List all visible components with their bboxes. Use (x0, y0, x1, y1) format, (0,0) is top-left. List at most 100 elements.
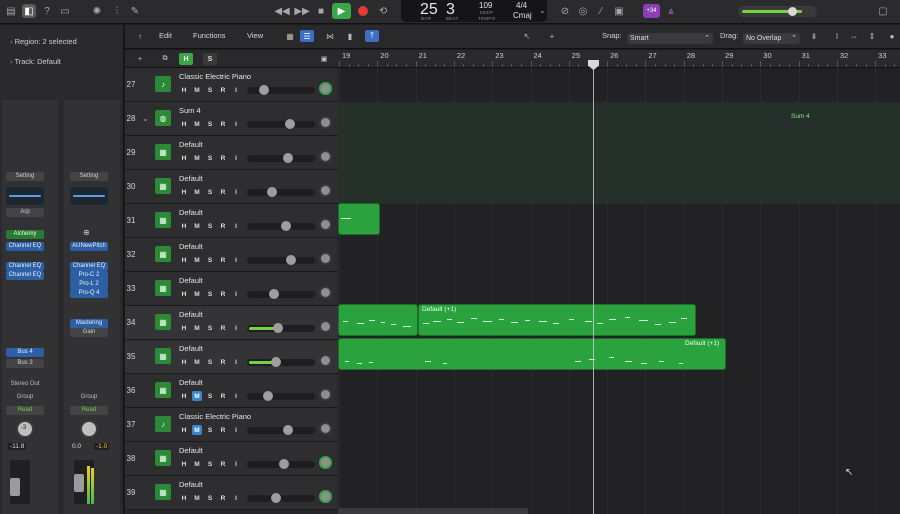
record-enable-button[interactable]: R (218, 391, 228, 401)
snap-dropdown[interactable]: Smart ⌃ (627, 33, 713, 44)
track-header[interactable]: 31 ▦ Default H M S R I (125, 204, 338, 238)
disclosure-chevron-icon[interactable]: ⌄ (142, 114, 149, 123)
track-name[interactable]: Default (179, 480, 203, 489)
track-row[interactable]: › Track: Default (10, 57, 61, 66)
input-monitor-button[interactable]: I (231, 323, 241, 333)
hide-button[interactable]: H (179, 357, 189, 367)
mute-button[interactable]: M (192, 187, 202, 197)
keyboard-icon[interactable]: ▦ (155, 280, 171, 296)
record-button[interactable] (358, 6, 368, 16)
track-header[interactable]: 39 ▦ Default H M S R I (125, 476, 338, 510)
zoom-slider-icon[interactable]: ⇕ (865, 30, 879, 42)
solo-button[interactable]: S (205, 425, 215, 435)
fx-slot-3[interactable]: Pro-L 2 (70, 280, 108, 289)
volume-slider[interactable] (247, 119, 315, 129)
hide-button[interactable]: H (179, 53, 193, 65)
fx-slot-2[interactable]: Pro-C 2 (70, 271, 108, 280)
track-header[interactable]: 35 ▦ Default H M S R I (125, 340, 338, 374)
solo-button[interactable]: S (205, 153, 215, 163)
solo-button[interactable]: S (205, 323, 215, 333)
forward-icon[interactable]: ▶▶ (294, 4, 309, 18)
mute-button[interactable]: M (192, 153, 202, 163)
solo-icon[interactable]: ⁄ (594, 4, 608, 18)
record-enable-button[interactable]: R (218, 187, 228, 197)
master-volume-slider[interactable] (738, 6, 817, 17)
input-monitor-button[interactable]: I (231, 187, 241, 197)
auto-zoom-icon[interactable]: ⤒ (365, 30, 379, 42)
badge-count[interactable]: +34 (643, 4, 660, 18)
input-monitor-button[interactable]: I (231, 153, 241, 163)
track-name[interactable]: Default (179, 242, 203, 251)
record-enable-button[interactable]: R (218, 323, 228, 333)
record-enable-button[interactable]: R (218, 153, 228, 163)
midi-region-34b[interactable]: Default (+1) (418, 304, 696, 336)
send-slot-2[interactable]: Bus 3 (6, 359, 44, 368)
automation-mode-2[interactable]: Read (70, 406, 108, 415)
hide-button[interactable]: H (179, 493, 189, 503)
track-header[interactable]: 30 ▦ Default H M S R I (125, 170, 338, 204)
lcd-chevron-icon[interactable]: ⌄ (539, 6, 546, 15)
keyboard-icon[interactable]: ▦ (155, 314, 171, 330)
list-view-icon[interactable]: ☰ (300, 30, 314, 42)
track-header[interactable]: 38 ▦ Default H M S R I (125, 442, 338, 476)
editors-icon[interactable]: ✎ (128, 4, 142, 18)
duplicate-track-icon[interactable]: ⧉ (158, 53, 172, 65)
zoom-knob-icon[interactable]: ● (885, 30, 899, 42)
eq-thumbnail-2[interactable] (70, 187, 108, 205)
rewind-icon[interactable]: ◀◀ (274, 4, 289, 18)
solo-button[interactable]: S (205, 119, 215, 129)
track-header[interactable]: 36 ▦ Default H M S R I (125, 374, 338, 408)
input-monitor-button[interactable]: I (231, 357, 241, 367)
eq-thumbnail[interactable] (6, 187, 44, 205)
track-header[interactable]: 28 ⌄ ◍ Sum 4 HMSRI (125, 102, 338, 136)
volume-slider[interactable] (247, 425, 315, 435)
library-icon[interactable]: ▤ (4, 4, 18, 18)
track-name[interactable]: Default (179, 208, 203, 217)
catch-icon[interactable]: ▮ (343, 30, 357, 42)
arrange-area[interactable]: Sum 4 Default (+1) Default (+1) (338, 68, 900, 514)
volume-slider[interactable] (247, 255, 315, 265)
pan-knob[interactable] (319, 184, 332, 197)
track-header[interactable]: 32 ▦ Default H M S R I (125, 238, 338, 272)
track-header[interactable]: 37 ♪ Classic Electric Piano H M S R I (125, 408, 338, 442)
mute-button[interactable]: M (192, 119, 202, 129)
pan-knob[interactable] (319, 354, 332, 367)
midi-region-35[interactable]: Default (+1) (338, 338, 726, 370)
track-name[interactable]: Default (179, 174, 203, 183)
input-monitor-button[interactable]: I (231, 493, 241, 503)
inspector-icon[interactable]: ◧ (22, 4, 36, 18)
solo-button[interactable]: S (205, 459, 215, 469)
mute-button[interactable]: M (192, 289, 202, 299)
mute-button[interactable]: M (192, 493, 202, 503)
midi-region-34a[interactable] (338, 304, 418, 336)
volume-fader-2[interactable] (74, 474, 84, 492)
record-enable-button[interactable]: R (218, 357, 228, 367)
track-header[interactable]: 33 ▦ Default H M S R I (125, 272, 338, 306)
pan-knob[interactable] (319, 286, 332, 299)
volume-slider[interactable] (247, 459, 315, 469)
track-name[interactable]: Default (179, 310, 203, 319)
piano-icon[interactable]: ♪ (155, 416, 171, 432)
smart-controls-icon[interactable]: ✺ (90, 4, 104, 18)
hide-button[interactable]: H (179, 255, 189, 265)
track-header[interactable]: 27 ♪ Classic Electric Piano H M S R I (125, 68, 338, 102)
keyboard-icon[interactable]: ▦ (155, 246, 171, 262)
record-enable-button[interactable]: R (218, 221, 228, 231)
add-track-icon[interactable]: + (133, 53, 147, 65)
keyboard-icon[interactable]: ▦ (155, 144, 171, 160)
mastering-slot[interactable]: Mastering (70, 319, 108, 328)
midi-fx-slot[interactable]: Channel EQ (6, 242, 44, 251)
flex-icon[interactable]: ⋈ (323, 30, 337, 42)
mute-button[interactable]: M (192, 391, 202, 401)
setting-button[interactable]: Setting (6, 172, 44, 181)
keyboard-icon[interactable]: ▦ (155, 484, 171, 500)
mute-button[interactable]: M (192, 221, 202, 231)
volume-slider[interactable] (247, 493, 315, 503)
record-enable-button[interactable]: R (218, 85, 228, 95)
hide-button[interactable]: H (179, 289, 189, 299)
solo-button[interactable]: S (205, 289, 215, 299)
audio-fx-slot-1[interactable]: Channel EQ (6, 262, 44, 271)
stop-icon[interactable]: ■ (314, 4, 328, 18)
track-name[interactable]: Classic Electric Piano (179, 72, 251, 81)
pan-knob[interactable] (319, 82, 332, 95)
